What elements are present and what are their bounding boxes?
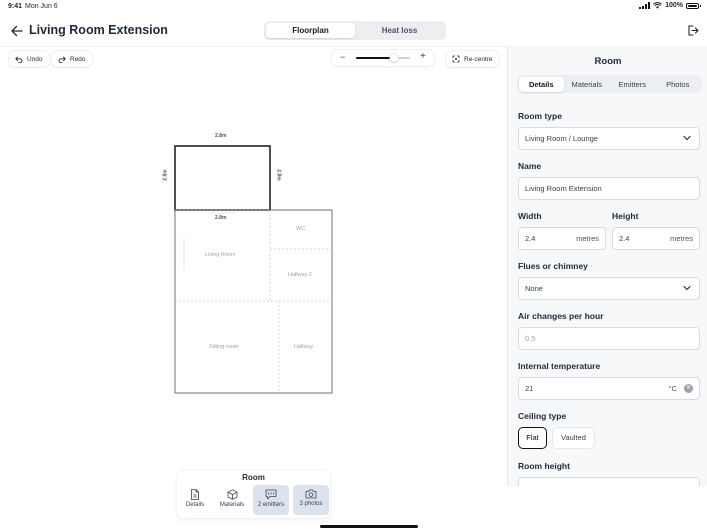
camera-icon bbox=[305, 489, 317, 499]
flues-label: Flues or chimney bbox=[518, 261, 588, 271]
room-label-hallway-2[interactable]: Hallway 2 bbox=[288, 272, 312, 278]
exit-icon bbox=[688, 25, 699, 36]
document-icon bbox=[191, 489, 199, 500]
cube-icon bbox=[227, 489, 237, 500]
battery-percent: 100% bbox=[665, 2, 683, 9]
air-changes-input[interactable]: 0.5 bbox=[518, 327, 700, 350]
house-outline bbox=[174, 209, 333, 394]
height-input[interactable]: 2.4 metres bbox=[612, 227, 700, 250]
room-label-sitting-room[interactable]: Sitting room bbox=[209, 344, 238, 350]
tab-photos[interactable]: Photos bbox=[655, 77, 701, 92]
dock-emitters-button[interactable]: 2 emitters bbox=[253, 485, 289, 515]
room-type-select[interactable]: Living Room / Lounge bbox=[518, 127, 700, 150]
flues-select[interactable]: None bbox=[518, 277, 700, 300]
status-right: 100% bbox=[639, 2, 701, 9]
ceiling-flat-option[interactable]: Flat bbox=[518, 427, 547, 449]
room-living-room-extension[interactable] bbox=[174, 145, 271, 211]
width-label: Width bbox=[518, 211, 542, 221]
height-value: 2.4 bbox=[619, 234, 630, 243]
dock-photos-button[interactable]: 3 photos bbox=[293, 485, 329, 515]
flues-value: None bbox=[525, 284, 543, 293]
height-unit: metres bbox=[670, 234, 693, 243]
name-label: Name bbox=[518, 161, 542, 171]
internal-temp-input[interactable]: 21 °C ✕ bbox=[518, 377, 700, 400]
room-type-label: Room type bbox=[518, 111, 562, 121]
chevron-down-icon bbox=[683, 135, 691, 141]
room-details-panel: Room Details Materials Emitters Photos R… bbox=[507, 46, 707, 486]
width-input[interactable]: 2.4 metres bbox=[518, 227, 606, 250]
internal-temp-unit: °C bbox=[668, 384, 677, 393]
height-label: Height bbox=[612, 211, 639, 221]
panel-title: Room bbox=[594, 56, 622, 67]
room-height-label: Room height bbox=[518, 461, 570, 471]
name-value: Living Room Extension bbox=[525, 184, 602, 193]
cellular-signal-icon bbox=[639, 2, 651, 9]
chevron-down-icon bbox=[683, 285, 691, 291]
width-value: 2.4 bbox=[525, 234, 536, 243]
room-dock: Room Details Materials 2 emitters 3 phot… bbox=[177, 470, 330, 518]
panel-tabs: Details Materials Emitters Photos bbox=[517, 75, 702, 93]
ceiling-vaulted-option[interactable]: Vaulted bbox=[552, 427, 595, 449]
clear-icon[interactable]: ✕ bbox=[684, 384, 693, 393]
room-label-wc[interactable]: WC bbox=[296, 226, 305, 232]
room-type-value: Living Room / Lounge bbox=[525, 134, 598, 143]
tab-emitters[interactable]: Emitters bbox=[610, 77, 656, 92]
exit-button[interactable] bbox=[686, 24, 699, 37]
tab-details[interactable]: Details bbox=[518, 76, 564, 92]
internal-temp-label: Internal temperature bbox=[518, 361, 601, 371]
dimension-top: 2.8m bbox=[215, 133, 227, 139]
dock-details-button[interactable]: Details bbox=[177, 485, 213, 515]
width-unit: metres bbox=[576, 234, 599, 243]
dock-title: Room bbox=[242, 473, 265, 482]
room-label-living-room[interactable]: Living Room bbox=[205, 252, 236, 258]
floorplan-canvas[interactable] bbox=[0, 0, 507, 470]
air-changes-label: Air changes per hour bbox=[518, 311, 604, 321]
ceiling-type-label: Ceiling type bbox=[518, 411, 567, 421]
home-indicator[interactable] bbox=[320, 525, 418, 528]
dock-photos-label: 3 photos bbox=[299, 501, 323, 507]
dock-emitters-label: 2 emitters bbox=[257, 502, 285, 508]
emitter-icon bbox=[265, 489, 277, 500]
air-changes-placeholder: 0.5 bbox=[525, 334, 536, 343]
battery-icon bbox=[686, 2, 701, 9]
tab-materials[interactable]: Materials bbox=[564, 77, 610, 92]
dimension-right: 2.8m bbox=[275, 169, 282, 181]
dock-materials-label: Materials bbox=[219, 502, 245, 508]
dock-details-label: Details bbox=[185, 502, 205, 508]
room-label-hallway[interactable]: Hallway bbox=[294, 344, 313, 350]
dimension-inner: 2.8m bbox=[215, 215, 227, 221]
dimension-left: 2.8m bbox=[162, 169, 169, 181]
name-input[interactable]: Living Room Extension bbox=[518, 177, 700, 200]
internal-temp-value: 21 bbox=[525, 384, 534, 393]
room-height-select[interactable] bbox=[518, 477, 700, 486]
wifi-icon bbox=[653, 2, 662, 9]
dock-materials-button[interactable]: Materials bbox=[214, 485, 250, 515]
